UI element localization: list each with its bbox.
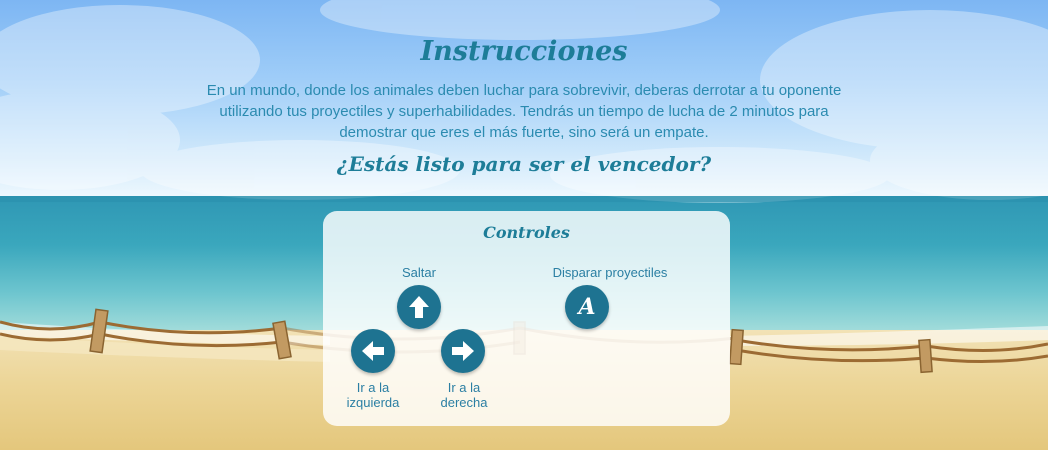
right-label-line1: Ir a la [447, 380, 481, 395]
right-label-line2: derecha [440, 395, 488, 410]
left-label-line2: izquierda [346, 395, 400, 410]
arrow-left-icon [362, 341, 384, 361]
controls-title: Controles [483, 223, 570, 242]
beach-background: Instrucciones En un mundo, donde los ani… [0, 0, 1048, 450]
instructions-title: Instrucciones [420, 36, 628, 67]
instructions-description: En un mundo, donde los animales deben lu… [206, 82, 842, 141]
jump-key-button[interactable] [397, 285, 441, 329]
key-a-label: A [578, 294, 596, 320]
ready-question: ¿Estás listo para ser el vencedor? [336, 152, 712, 176]
right-key-button[interactable] [441, 329, 485, 373]
shoot-label: Disparar proyectiles [552, 265, 668, 280]
arrow-up-icon [409, 296, 429, 318]
left-label: Ir a la izquierda [334, 380, 412, 410]
jump-label: Saltar [402, 265, 436, 280]
left-label-line1: Ir a la [356, 380, 390, 395]
shoot-key-button[interactable]: A [565, 285, 609, 329]
controls-panel: Controles Saltar Disparar proyectiles A … [323, 211, 730, 426]
arrow-right-icon [452, 341, 474, 361]
left-key-button[interactable] [351, 329, 395, 373]
right-label: Ir a la derecha [425, 380, 503, 410]
